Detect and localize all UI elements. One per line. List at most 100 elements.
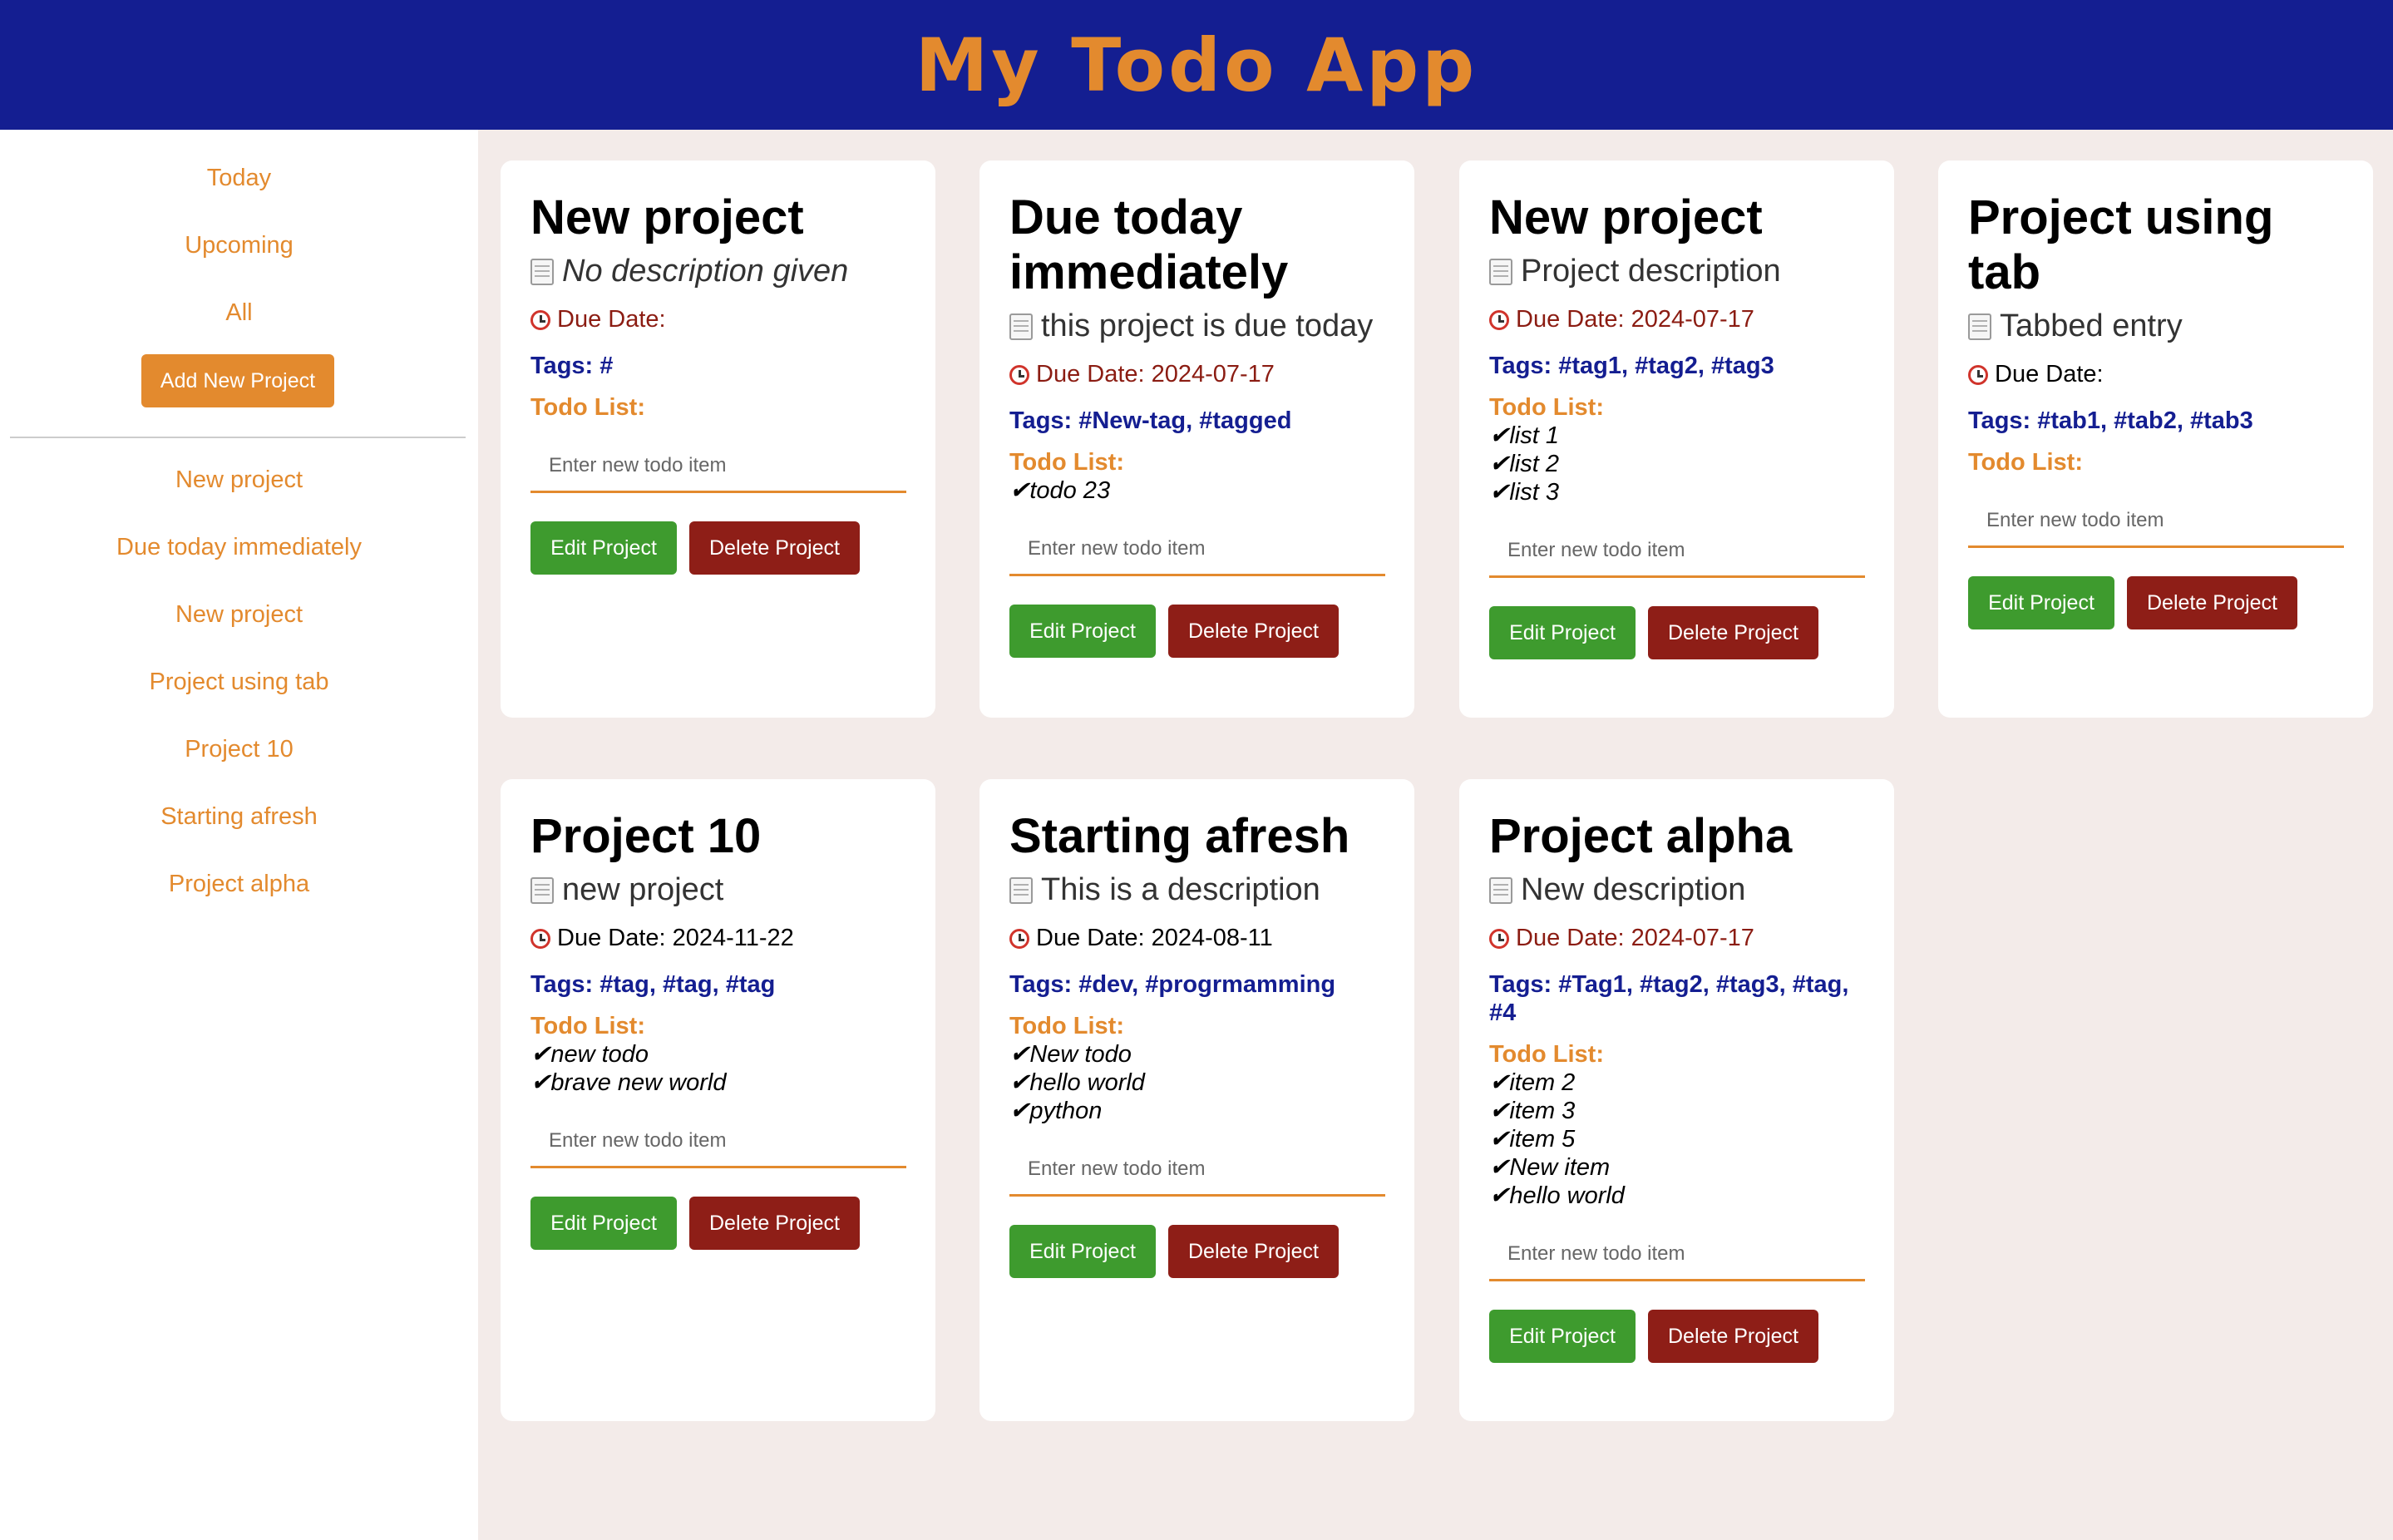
sidebar-project-item[interactable]: Project using tab bbox=[0, 669, 478, 696]
new-todo-input[interactable] bbox=[1009, 523, 1385, 576]
project-tags: Tags: #dev, #progrmamming bbox=[1009, 970, 1384, 999]
description-text: Project description bbox=[1521, 254, 1781, 289]
new-todo-input[interactable] bbox=[530, 1115, 906, 1168]
todo-item: ✔todo 23 bbox=[1009, 476, 1384, 505]
delete-project-button[interactable]: Delete Project bbox=[689, 521, 860, 575]
todo-item: ✔list 3 bbox=[1489, 478, 1864, 506]
edit-project-button[interactable]: Edit Project bbox=[1489, 606, 1636, 659]
project-title: Project 10 bbox=[530, 809, 762, 863]
alarm-clock-icon bbox=[1489, 309, 1509, 330]
todo-list: ✔todo 23 bbox=[1009, 476, 1384, 505]
add-new-project-button[interactable]: Add New Project bbox=[141, 354, 334, 407]
project-title: Project using tab bbox=[1968, 190, 2274, 299]
notepad-icon bbox=[1009, 313, 1033, 340]
edit-project-button[interactable]: Edit Project bbox=[530, 521, 677, 575]
todo-text: item 2 bbox=[1509, 1069, 1576, 1096]
check-icon: ✔ bbox=[1009, 1041, 1030, 1068]
todo-item: ✔list 2 bbox=[1489, 450, 1864, 478]
project-card: New project No description given Due Date:… bbox=[501, 160, 935, 718]
alarm-clock-icon bbox=[530, 309, 550, 330]
due-date: Due Date: bbox=[1968, 361, 2343, 388]
project-description: This is a description bbox=[1009, 872, 1384, 908]
tags-label: Tags: bbox=[1009, 407, 1073, 434]
delete-project-button[interactable]: Delete Project bbox=[1648, 606, 1818, 659]
delete-project-button[interactable]: Delete Project bbox=[1648, 1310, 1818, 1363]
todo-text: list 3 bbox=[1509, 479, 1559, 506]
delete-project-button[interactable]: Delete Project bbox=[689, 1197, 860, 1250]
delete-project-button[interactable]: Delete Project bbox=[1168, 1225, 1339, 1278]
todo-text: todo 23 bbox=[1029, 477, 1111, 504]
notepad-icon bbox=[1489, 876, 1512, 904]
card-actions: Edit Project Delete Project bbox=[530, 521, 905, 575]
edit-project-button[interactable]: Edit Project bbox=[1009, 1225, 1156, 1278]
todo-list-label: Todo List: bbox=[530, 1013, 645, 1039]
check-icon: ✔ bbox=[1489, 1182, 1510, 1209]
check-icon: ✔ bbox=[1489, 422, 1510, 449]
notepad-icon bbox=[1968, 313, 1991, 340]
sidebar-project-item[interactable]: New project bbox=[0, 466, 478, 494]
check-icon: ✔ bbox=[530, 1069, 551, 1096]
edit-project-button[interactable]: Edit Project bbox=[1968, 576, 2114, 629]
check-icon: ✔ bbox=[1009, 1069, 1030, 1096]
project-description: new project bbox=[530, 872, 905, 908]
sidebar-project-item[interactable]: Starting afresh bbox=[0, 803, 478, 831]
card-actions: Edit Project Delete Project bbox=[1009, 605, 1384, 658]
todo-list-label: Todo List: bbox=[1489, 394, 1604, 421]
check-icon: ✔ bbox=[1009, 477, 1030, 504]
project-title: Project alpha bbox=[1489, 809, 1793, 863]
new-todo-input[interactable] bbox=[1009, 1143, 1385, 1197]
sidebar-project-item[interactable]: New project bbox=[0, 601, 478, 629]
project-card: Project using tab Tabbed entry Due Date: Ta… bbox=[1938, 160, 2373, 718]
todo-list: ✔New todo ✔hello world ✔python bbox=[1009, 1040, 1384, 1125]
check-icon: ✔ bbox=[1489, 1069, 1510, 1096]
tags-value: #New-tag, #tagged bbox=[1078, 407, 1292, 434]
check-icon: ✔ bbox=[1009, 1098, 1030, 1124]
due-label: Due Date: bbox=[1036, 925, 1145, 951]
todo-text: New todo bbox=[1029, 1041, 1132, 1068]
check-icon: ✔ bbox=[530, 1041, 551, 1068]
card-actions: Edit Project Delete Project bbox=[530, 1197, 905, 1250]
card-actions: Edit Project Delete Project bbox=[1489, 1310, 1864, 1363]
todo-item: ✔python bbox=[1009, 1097, 1384, 1125]
delete-project-button[interactable]: Delete Project bbox=[2127, 576, 2297, 629]
nav-upcoming[interactable]: Upcoming bbox=[0, 232, 478, 259]
card-actions: Edit Project Delete Project bbox=[1009, 1225, 1384, 1278]
sidebar-project-item[interactable]: Project alpha bbox=[0, 871, 478, 898]
alarm-clock-icon bbox=[1489, 928, 1509, 949]
tags-value: #tab1, #tab2, #tab3 bbox=[2037, 407, 2253, 434]
project-tags: Tags: #New-tag, #tagged bbox=[1009, 407, 1384, 435]
nav-all[interactable]: All bbox=[0, 299, 478, 327]
tags-label: Tags: bbox=[530, 353, 594, 379]
new-todo-input[interactable] bbox=[1968, 495, 2344, 548]
new-todo-input[interactable] bbox=[1489, 525, 1865, 578]
card-actions: Edit Project Delete Project bbox=[1968, 576, 2343, 629]
due-value: 2024-07-17 bbox=[1631, 306, 1754, 333]
due-value: 2024-08-11 bbox=[1151, 925, 1273, 951]
todo-list-label: Todo List: bbox=[1968, 449, 2083, 476]
project-tags: Tags: #Tag1, #tag2, #tag3, #tag, #4 bbox=[1489, 970, 1864, 1027]
project-description: Project description bbox=[1489, 254, 1864, 289]
sidebar-project-item[interactable]: Due today immediately bbox=[0, 534, 478, 561]
alarm-clock-icon bbox=[1009, 364, 1029, 385]
description-text: No description given bbox=[562, 254, 849, 289]
due-label: Due Date: bbox=[557, 306, 666, 333]
project-tags: Tags: #tag1, #tag2, #tag3 bbox=[1489, 352, 1864, 380]
delete-project-button[interactable]: Delete Project bbox=[1168, 605, 1339, 658]
alarm-clock-icon bbox=[1968, 364, 1988, 385]
project-card: Project alpha New description Due Date: 202… bbox=[1459, 779, 1894, 1421]
todo-item: ✔New item bbox=[1489, 1153, 1864, 1182]
edit-project-button[interactable]: Edit Project bbox=[530, 1197, 677, 1250]
new-todo-input[interactable] bbox=[530, 440, 906, 493]
sidebar-project-item[interactable]: Project 10 bbox=[0, 736, 478, 763]
edit-project-button[interactable]: Edit Project bbox=[1009, 605, 1156, 658]
project-card: Starting afresh This is a description Due … bbox=[979, 779, 1414, 1421]
notepad-icon bbox=[530, 258, 554, 285]
project-description: New description bbox=[1489, 872, 1864, 908]
tags-label: Tags: bbox=[530, 971, 594, 998]
nav-today[interactable]: Today bbox=[0, 165, 478, 192]
edit-project-button[interactable]: Edit Project bbox=[1489, 1310, 1636, 1363]
new-todo-input[interactable] bbox=[1489, 1228, 1865, 1281]
todo-list: ✔list 1 ✔list 2 ✔list 3 bbox=[1489, 422, 1864, 506]
tags-value: # bbox=[599, 353, 614, 379]
todo-item: ✔hello world bbox=[1009, 1069, 1384, 1097]
